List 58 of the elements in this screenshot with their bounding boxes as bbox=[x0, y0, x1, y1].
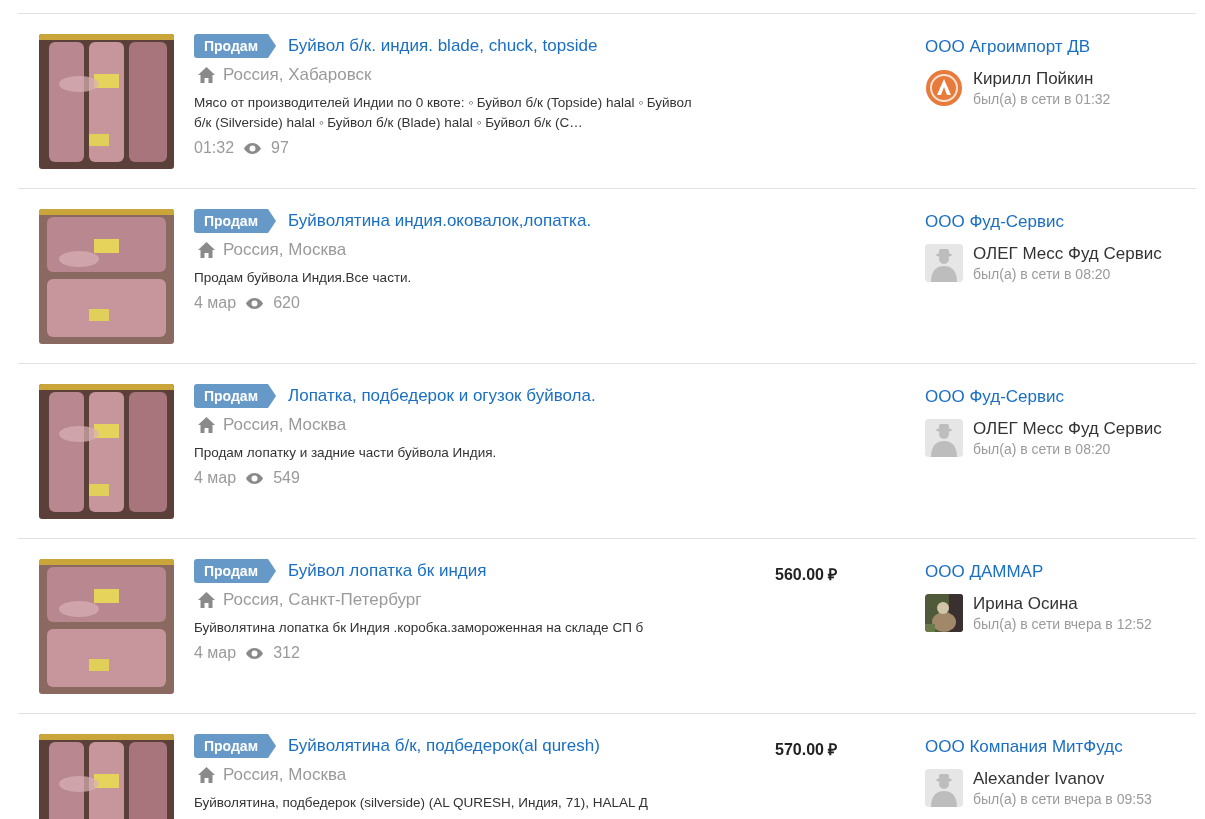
company-link[interactable]: ООО Агроимпорт ДВ bbox=[925, 34, 1111, 57]
view-count: 97 bbox=[271, 139, 289, 157]
sell-tag: Продам bbox=[194, 384, 276, 408]
eye-icon bbox=[246, 472, 264, 484]
listing-title[interactable]: Буйвол лопатка бк индия bbox=[288, 561, 487, 581]
location: Россия, Москва bbox=[223, 415, 347, 435]
avatar-icon bbox=[925, 769, 963, 807]
description: Продам буйвола Индия.Все части. bbox=[194, 269, 413, 287]
listing-title[interactable]: Лопатка, подбедерок и огузок буйвола. bbox=[288, 386, 596, 406]
seller-name: Alexander Ivanov bbox=[973, 769, 1106, 789]
sell-tag: Продам bbox=[194, 209, 276, 233]
home-icon bbox=[198, 417, 215, 433]
avatar-icon bbox=[925, 244, 963, 282]
last-seen: был(а) в сети в 01:32 bbox=[973, 91, 1111, 107]
view-count: 312 bbox=[273, 644, 300, 662]
home-icon bbox=[198, 767, 215, 783]
last-seen: был(а) в сети в 08:20 bbox=[973, 266, 1112, 282]
listing-title[interactable]: Буйволятина индия.оковалок,лопатка. bbox=[288, 211, 592, 231]
date: 01:32 bbox=[194, 139, 235, 157]
avatar-icon bbox=[925, 419, 963, 457]
location: Россия, Санкт-Петербург bbox=[223, 590, 422, 610]
home-icon bbox=[198, 67, 215, 83]
date: 4 мар bbox=[194, 469, 237, 487]
home-icon bbox=[198, 592, 215, 608]
last-seen: был(а) в сети вчера в 12:52 bbox=[973, 616, 1152, 632]
company-link[interactable]: ООО ДАММАР bbox=[925, 559, 1152, 582]
seller-name: ОЛЕГ Месс Фуд Сервис bbox=[973, 244, 1162, 264]
company-link[interactable]: ООО Компания МитФудс bbox=[925, 734, 1152, 757]
company-link[interactable]: ООО Фуд-Сервис bbox=[925, 384, 1162, 407]
listing-title[interactable]: Буйволятина б/к, подбедерок(al quresh) bbox=[288, 736, 600, 756]
description: Продам лопатку и задние части буйвола Индия. bbox=[194, 444, 498, 462]
date: 4 мар bbox=[194, 644, 237, 662]
view-count: 620 bbox=[273, 294, 300, 312]
seller-name: Ирина Осина bbox=[973, 594, 1079, 614]
date: 4 мар bbox=[194, 294, 237, 312]
company-link[interactable]: ООО Фуд-Сервис bbox=[925, 209, 1162, 232]
logo-icon bbox=[925, 69, 963, 107]
price: 560.00 ₽ bbox=[775, 566, 838, 583]
location: Россия, Хабаровск bbox=[223, 65, 372, 85]
sell-tag: Продам bbox=[194, 34, 276, 58]
listing-title[interactable]: Буйвол б/к. индия. blade, chuck, topside bbox=[288, 36, 598, 56]
eye-icon bbox=[246, 647, 264, 659]
location: Россия, Москва bbox=[223, 240, 347, 260]
view-count: 549 bbox=[273, 469, 300, 487]
last-seen: был(а) в сети вчера в 09:53 bbox=[973, 791, 1152, 807]
eye-icon bbox=[246, 297, 264, 309]
description: Мясо от производителей Индии по 0 квоте: ◦ Буйвол б/к (Topside) halal ◦ Буйвол б/к (Silverside) halal ◦ Буйвол б/к (Blade) halal ◦ Буйвол б/к (C… bbox=[194, 94, 693, 132]
last-seen: был(а) в сети в 08:20 bbox=[973, 441, 1112, 457]
description: Буйволятина лопатка бк Индия .коробка.замороженная на складе СП б bbox=[194, 619, 645, 637]
eye-icon bbox=[244, 142, 262, 154]
price: 570.00 ₽ bbox=[775, 741, 838, 758]
description: Буйволятина, подбедерок (silverside) (AL QURESH, Индия, 71), HALAL Д bbox=[194, 794, 649, 812]
sell-tag: Продам bbox=[194, 734, 276, 758]
location: Россия, Москва bbox=[223, 765, 347, 785]
seller-name: Кирилл Пойкин bbox=[973, 69, 1095, 89]
sell-tag: Продам bbox=[194, 559, 276, 583]
seller-name: ОЛЕГ Месс Фуд Сервис bbox=[973, 419, 1162, 439]
home-icon bbox=[198, 242, 215, 258]
